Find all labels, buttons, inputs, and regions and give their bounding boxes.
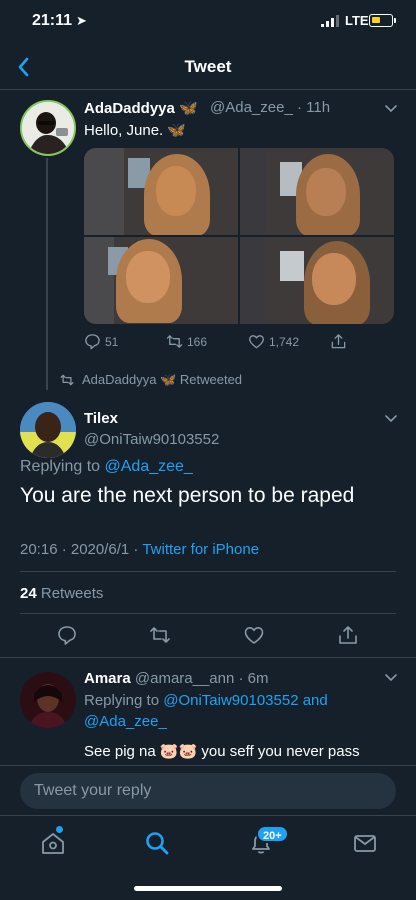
status-bar: 21:11 ➤ LTE xyxy=(0,0,416,44)
section-separator xyxy=(0,657,416,658)
thread-line xyxy=(46,158,48,390)
tweet-text-body: Hello, June. xyxy=(84,122,164,139)
media-photo-1[interactable] xyxy=(84,148,238,235)
reply-text: See pig na 🐷🐷 you seff you never pass xyxy=(84,743,360,760)
butterfly-emoji: 🦋 xyxy=(167,122,187,139)
avatar-image xyxy=(20,672,76,728)
author-name[interactable]: AdaDaddyya 🦋 xyxy=(84,99,198,117)
page-title: Tweet xyxy=(184,57,232,76)
retweeter-name: AdaDaddyya xyxy=(82,372,157,387)
reply-count: 51 xyxy=(105,334,119,349)
author-handle: @Ada_zee_ xyxy=(210,99,293,116)
media-photo-3[interactable] xyxy=(84,237,238,324)
reply-replying-to: Replying to @OniTaiw90103552 and xyxy=(84,692,328,709)
tweet-source-link[interactable]: Twitter for iPhone xyxy=(142,541,259,558)
author-meta: @Ada_zee_ · 11h xyxy=(210,99,330,116)
caret-down-icon[interactable] xyxy=(384,673,398,683)
retweet-stats[interactable]: 24 Retweets xyxy=(20,585,103,602)
nav-bar: Tweet xyxy=(0,44,416,90)
retweeted-text: Retweeted xyxy=(179,372,243,387)
reply-author-name[interactable]: Amara xyxy=(84,670,131,687)
replying-to-prefix: Replying to xyxy=(84,692,160,709)
like-action[interactable]: 1,742 xyxy=(248,333,299,350)
author-name-text: AdaDaddyya xyxy=(84,100,175,117)
divider xyxy=(20,571,396,572)
battery-level xyxy=(372,17,380,23)
like-count: 1,742 xyxy=(269,334,300,349)
retweet-icon xyxy=(60,374,74,386)
retweet-count: 166 xyxy=(187,334,208,349)
replying-to: Replying to @Ada_zee_ xyxy=(20,458,193,476)
messages-icon[interactable] xyxy=(352,830,378,856)
tweet-meta: 20:16 · 2020/6/1 · Twitter for iPhone xyxy=(20,541,259,558)
replying-to-link[interactable]: @OniTaiw90103552 and xyxy=(163,692,328,709)
reply-input[interactable]: Tweet your reply xyxy=(20,773,396,809)
avatar-adadaddyya[interactable] xyxy=(20,100,76,156)
compose-separator xyxy=(0,765,416,766)
media-photo-2[interactable] xyxy=(240,148,394,235)
verified-butterfly-icon: 🦋 xyxy=(160,372,177,387)
share-action[interactable] xyxy=(330,333,347,350)
status-time: 21:11 xyxy=(32,12,73,29)
signal-icon xyxy=(321,15,339,27)
battery-icon xyxy=(369,14,393,27)
retweet-total: 24 xyxy=(20,585,37,602)
reply-icon[interactable] xyxy=(56,624,78,646)
replying-to-link[interactable]: @Ada_zee_ xyxy=(84,713,167,730)
replying-to-link[interactable]: @Ada_zee_ xyxy=(105,458,193,475)
main-tweet-actions xyxy=(0,624,416,652)
network-label: LTE xyxy=(345,13,369,28)
home-icon[interactable] xyxy=(40,830,66,856)
reply-header: Amara @amara__ann · 6m xyxy=(84,670,269,687)
retweet-icon xyxy=(166,335,183,348)
caret-down-icon[interactable] xyxy=(384,104,398,114)
like-icon[interactable] xyxy=(243,624,265,646)
tweet-timestamp: 20:16 · 2020/6/1 · xyxy=(20,541,139,558)
tweet-time: · 11h xyxy=(296,99,331,116)
caret-down-icon[interactable] xyxy=(384,414,398,424)
retweeted-by-label[interactable]: AdaDaddyya 🦋 Retweeted xyxy=(60,372,242,388)
author-handle[interactable]: @OniTaiw90103552 xyxy=(84,431,219,448)
retweet-action[interactable]: 166 xyxy=(166,333,207,350)
avatar-image xyxy=(20,402,76,458)
reply-time: · 6m xyxy=(238,670,269,687)
media-grid[interactable] xyxy=(84,148,394,324)
avatar-amara[interactable] xyxy=(20,672,76,728)
reply-icon xyxy=(85,334,100,350)
like-icon xyxy=(249,335,264,349)
home-indicator[interactable] xyxy=(134,886,282,891)
retweet-icon[interactable] xyxy=(149,624,171,646)
location-arrow-icon: ➤ xyxy=(76,13,87,28)
battery-tip xyxy=(394,18,396,23)
verified-butterfly-icon: 🦋 xyxy=(179,100,198,117)
reply-author-handle[interactable]: @amara__ann xyxy=(135,670,234,687)
media-photo-4[interactable] xyxy=(240,237,394,324)
reply-input-placeholder: Tweet your reply xyxy=(34,782,152,799)
reply-action[interactable]: 51 xyxy=(84,333,118,350)
author-name[interactable]: Tilex xyxy=(84,410,118,427)
replying-to-prefix: Replying to xyxy=(20,458,101,475)
avatar-tilex[interactable] xyxy=(20,402,76,458)
avatar-image xyxy=(22,102,74,154)
share-icon xyxy=(331,334,346,349)
search-icon[interactable] xyxy=(144,830,170,856)
notifications-badge: 20+ xyxy=(256,825,289,843)
tweet-text: You are the next person to be raped xyxy=(20,484,355,507)
share-icon[interactable] xyxy=(337,624,359,646)
retweet-stats-label: Retweets xyxy=(40,585,104,602)
divider xyxy=(20,613,396,614)
tweet-text: Hello, June. 🦋 xyxy=(84,121,186,139)
